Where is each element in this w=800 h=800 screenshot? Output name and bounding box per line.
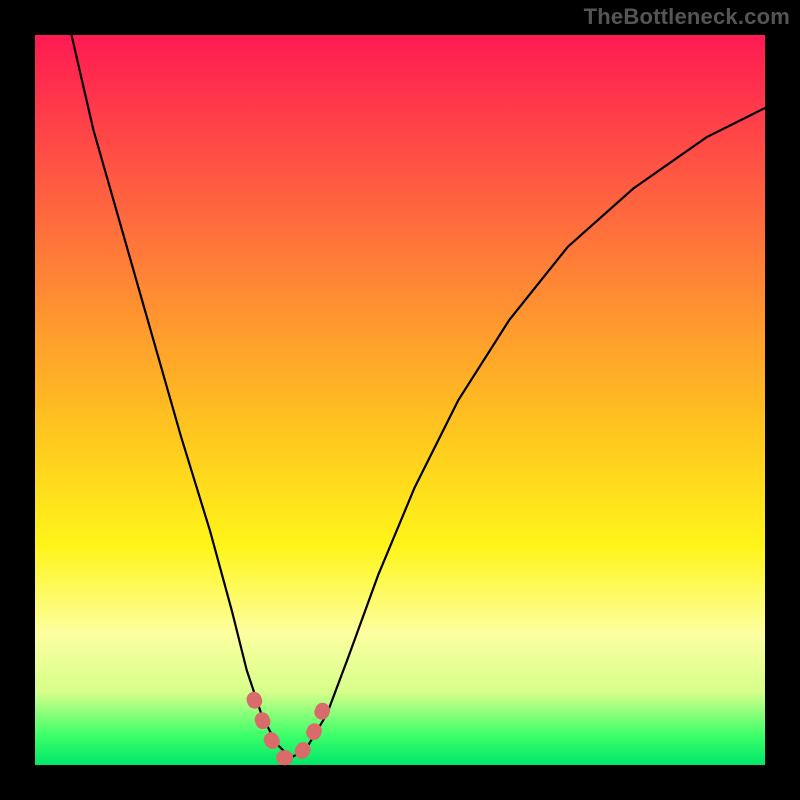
curve-svg — [35, 35, 765, 765]
chart-frame: TheBottleneck.com — [0, 0, 800, 800]
bottleneck-curve — [72, 35, 766, 758]
watermark-text: TheBottleneck.com — [584, 4, 790, 30]
valley-marker — [254, 699, 327, 757]
plot-area — [35, 35, 765, 765]
